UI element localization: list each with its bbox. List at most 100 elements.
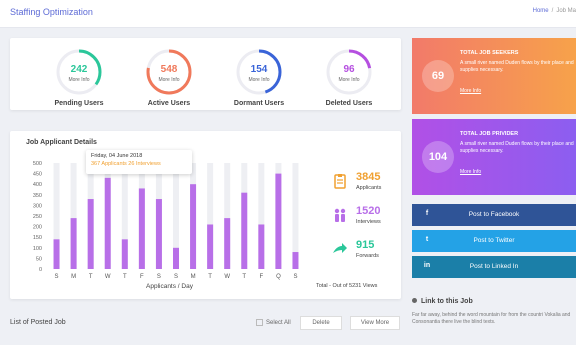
breadcrumb: Home / Job Ma [533,8,576,14]
stat-label: Deleted Users [325,100,373,107]
breadcrumb-separator: / [551,8,554,14]
applicants-label: Applicants [356,185,382,191]
bar [190,184,197,269]
more-info-link[interactable]: More Info [44,77,114,83]
more-info-link[interactable]: More Info [224,77,294,83]
y-tick-label: 250 [33,214,42,220]
tooltip-date: Friday, 04 June 2018 [91,153,143,159]
post-to-twitter-label: Post to Twitter [473,237,515,244]
stat-value: 548 [160,64,178,75]
x-tick-label: W [224,274,230,280]
x-tick-label: M [71,274,76,280]
bar [138,188,145,269]
breadcrumb-home-link[interactable]: Home [533,8,549,14]
x-tick-label: Q [276,274,281,280]
job-seekers-card: 69 TOTAL JOB SEEKERS A small river named… [412,38,576,114]
bar [241,192,248,269]
y-tick-label: 100 [33,246,42,252]
app-title: Staffing Optimization [10,7,93,17]
chart-total: Total - Out of 5231 Views [316,283,378,289]
job-seekers-more-info-link[interactable]: More Info [460,88,481,94]
bar-chart: 0 50 100 150 200 250 300 350 400 450 500 S M T W T F S S M T… [33,161,299,280]
bar [70,218,77,269]
more-info-link[interactable]: More Info [314,77,384,83]
interviews-count: 1520 [356,205,381,217]
bar [121,239,128,269]
bullet-icon [412,298,417,303]
post-to-facebook-button[interactable]: f Post to Facebook [412,204,576,226]
job-seekers-count: 69 [422,60,454,92]
checkbox-icon [256,319,263,326]
bar [275,173,282,269]
bar [53,239,60,269]
job-provider-text: A small river named Duden flows by their… [460,141,574,154]
interviews-label: Interviews [356,219,381,225]
view-more-button[interactable]: View More [350,316,400,330]
y-tick-label: 150 [33,235,42,241]
x-tick-label: M [191,274,196,280]
user-stats-card: 242 More Info Pending Users 548 More Info Act… [10,38,401,110]
stat-dormant-users: 154 More Info Dormant Users [224,48,294,107]
stat-value: 96 [343,64,355,75]
forward-arrow-icon [333,243,347,253]
bar [224,218,231,269]
job-provider-card: 104 TOTAL JOB PRIVIDER A small river nam… [412,119,576,195]
applicants-count: 3845 [356,171,381,183]
stat-value: 154 [250,64,268,75]
bar [258,224,265,269]
job-seekers-text: A small river named Duden flows by their… [460,60,574,73]
stat-deleted-users: 96 More Info Deleted Users [314,48,384,107]
delete-button[interactable]: Delete [300,316,342,330]
x-tick-label: S [55,274,59,280]
chart-x-label: Applicants / Day [146,283,193,290]
x-tick-label: F [259,274,263,280]
y-tick-label: 0 [39,267,42,273]
y-tick-label: 50 [36,256,42,262]
select-all-checkbox[interactable]: Select All [256,319,291,326]
y-tick-label: 450 [33,172,42,178]
stat-label: Dormant Users [233,100,285,107]
post-to-twitter-button[interactable]: t Post to Twitter [412,230,576,252]
bar [292,252,299,269]
link-to-job-title: Link to this Job [412,298,473,305]
link-to-job-text: Far far away, behind the word mountain f… [412,312,571,325]
link-to-job-label: Link to this Job [421,298,473,305]
bar [207,224,214,269]
bar [173,247,179,269]
x-tick-label: T [208,274,212,280]
job-applicant-chart-card: Job Applicant Details 0 50 100 150 200 250 300… [10,131,401,299]
link-to-job-section: Link to this Job Far far away, behind th… [412,292,576,345]
job-provider-title: TOTAL JOB PRIVIDER [460,131,519,137]
bar [87,199,94,269]
y-tick-label: 350 [33,193,42,199]
x-tick-label: T [123,274,127,280]
people-icon [334,208,346,222]
x-tick-label: W [105,274,111,280]
x-tick-label: S [157,274,161,280]
x-tick-label: T [89,274,93,280]
job-provider-more-info-link[interactable]: More Info [460,169,481,175]
stat-active-users: 548 More Info Active Users [134,48,204,107]
job-seekers-title: TOTAL JOB SEEKERS [460,50,519,56]
stat-label: Pending Users [54,100,104,107]
posted-job-title: List of Posted Job [10,319,66,326]
clipboard-icon [334,174,346,189]
x-tick-label: S [293,274,297,280]
top-bar: Staffing Optimization Home / Job Ma [0,0,576,28]
x-tick-label: F [140,274,144,280]
tooltip-value: 367 Applicants 26 Interviews [91,161,161,167]
y-tick-label: 200 [33,225,42,231]
more-info-link[interactable]: More Info [134,77,204,83]
y-tick-label: 400 [33,182,42,188]
forwards-label: Forwards [356,253,379,259]
x-tick-label: T [242,274,246,280]
chart-title: Job Applicant Details [26,139,97,146]
y-tick-label: 500 [33,161,42,167]
post-to-linkedin-button[interactable]: in Post to Linked In [412,256,576,278]
stat-value: 242 [70,64,88,75]
select-all-label: Select All [266,320,291,327]
stat-label: Active Users [147,100,191,107]
chart-tooltip: Friday, 04 June 2018 367 Applicants 26 I… [86,150,192,174]
bar [104,177,111,269]
post-to-linkedin-label: Post to Linked In [469,263,519,270]
